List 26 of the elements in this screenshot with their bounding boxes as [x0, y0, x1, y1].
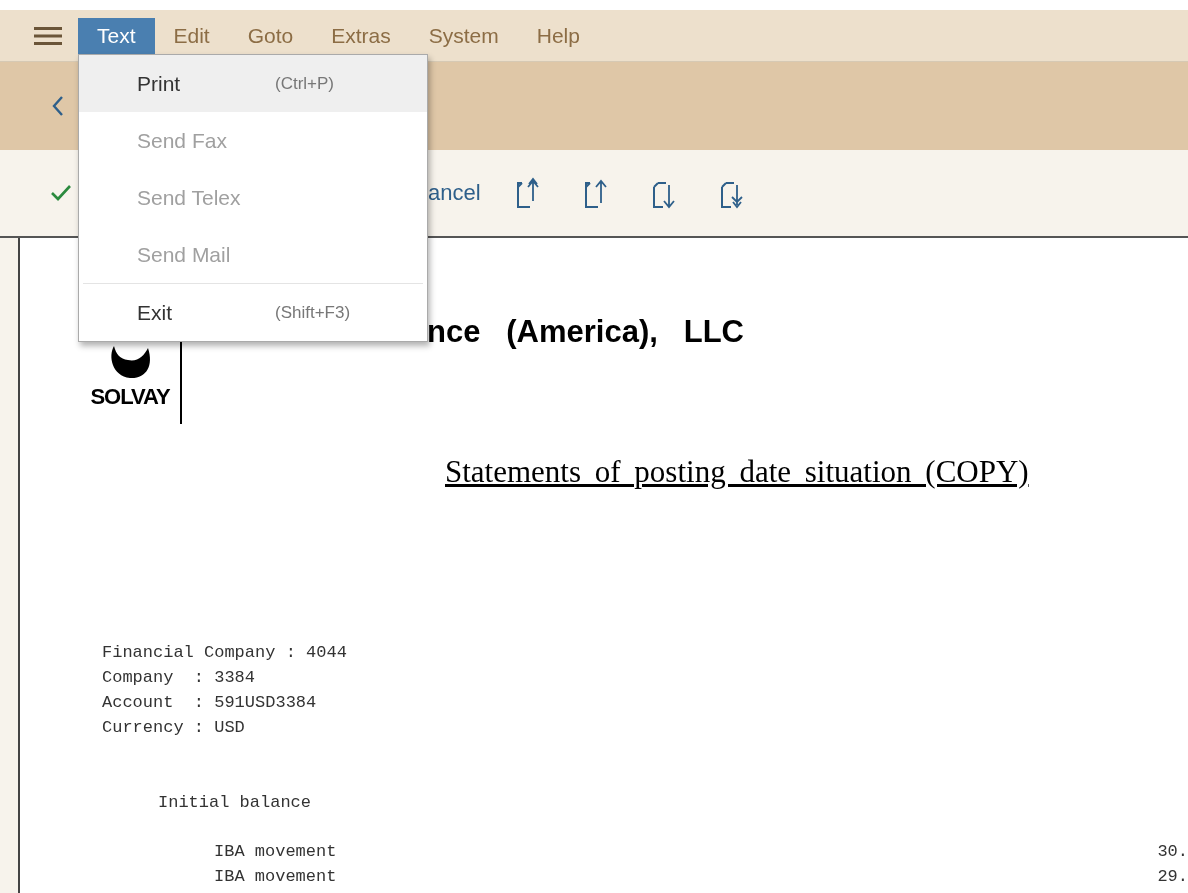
dropdown-item[interactable]: Exit (Shift+F3): [79, 284, 427, 341]
movement-label: IBA movement: [214, 841, 337, 863]
page-up-icon[interactable]: [582, 177, 609, 209]
menu-item[interactable]: Extras: [312, 17, 410, 54]
movement-amount: 30.: [1157, 841, 1188, 863]
dropdown-item[interactable]: Print (Ctrl+P): [79, 55, 427, 112]
info-line: Account : 591USD3384: [102, 692, 318, 714]
info-line: Financial Company : 4044: [102, 642, 348, 664]
page-up-first-icon[interactable]: [514, 177, 541, 209]
checkmark-icon[interactable]: [50, 184, 72, 202]
menu-item[interactable]: Text: [78, 17, 155, 54]
cancel-button[interactable]: ancel: [428, 180, 481, 206]
menu-item[interactable]: Goto: [228, 17, 313, 54]
menu-item[interactable]: Edit: [154, 17, 229, 54]
document-heading: Statements of posting date situation (COPY): [445, 454, 1029, 489]
menu-item[interactable]: Help: [517, 17, 599, 54]
company-name: nce (America), LLC: [427, 314, 744, 350]
info-line: Currency : USD: [102, 717, 246, 739]
menu-item[interactable]: System: [409, 17, 518, 54]
movement-label: IBA movement: [214, 866, 337, 888]
menu-icon[interactable]: [34, 25, 62, 46]
info-line: Company : 3384: [102, 667, 257, 689]
back-icon[interactable]: [52, 95, 64, 117]
logo-text: SOLVAY: [90, 384, 170, 410]
initial-balance-label: Initial balance: [158, 792, 312, 814]
movement-amount: 29.: [1157, 866, 1188, 888]
